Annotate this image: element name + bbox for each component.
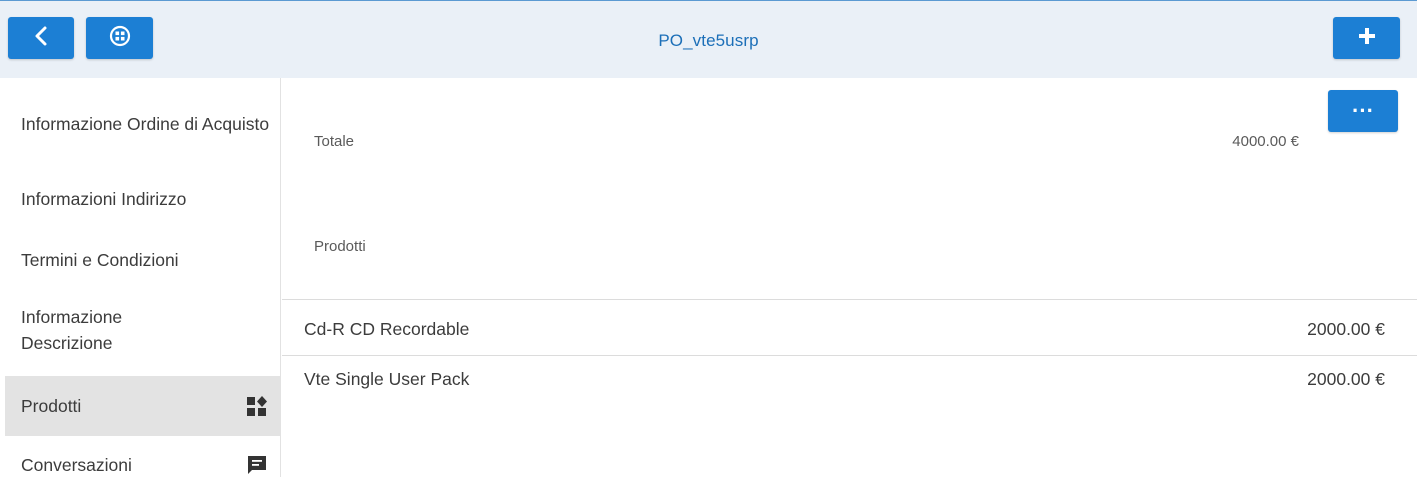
product-row[interactable]: Vte Single User Pack 2000.00 € xyxy=(282,355,1417,411)
total-label: Totale xyxy=(314,133,355,150)
total-value: 4000.00 € xyxy=(1232,133,1299,150)
sidebar-item-description-info[interactable]: Informazione Descrizione xyxy=(5,300,280,360)
product-price: 2000.00 € xyxy=(1307,369,1385,389)
sidebar: Informazione Ordine di Acquisto Informaz… xyxy=(0,78,281,477)
sidebar-item-label: Informazione Ordine di Acquisto xyxy=(21,114,270,134)
sidebar-item-label: Informazioni Indirizzo xyxy=(21,189,187,209)
products-icon xyxy=(246,395,280,417)
sidebar-item-products[interactable]: Prodotti xyxy=(5,376,280,436)
add-button[interactable] xyxy=(1333,17,1400,59)
plus-icon xyxy=(1358,27,1376,50)
more-options-button[interactable]: ··· xyxy=(1328,90,1398,132)
sidebar-item-label: Informazione Descrizione xyxy=(21,307,123,353)
sidebar-item-label: Conversazioni xyxy=(21,455,132,475)
comment-icon xyxy=(246,454,280,476)
sidebar-item-address-info[interactable]: Informazioni Indirizzo xyxy=(5,182,280,216)
products-label: Prodotti xyxy=(314,238,366,255)
top-bar: PO_vte5usrp xyxy=(0,0,1417,78)
product-name: Cd-R CD Recordable xyxy=(304,319,470,339)
sidebar-item-terms[interactable]: Termini e Condizioni xyxy=(5,243,280,277)
product-name: Vte Single User Pack xyxy=(304,369,470,389)
product-price: 2000.00 € xyxy=(1307,319,1385,339)
product-row[interactable]: Cd-R CD Recordable 2000.00 € xyxy=(282,299,1417,355)
sidebar-item-label: Termini e Condizioni xyxy=(21,250,179,270)
sidebar-item-purchase-order-info[interactable]: Informazione Ordine di Acquisto xyxy=(5,94,280,154)
page-title: PO_vte5usrp xyxy=(658,31,759,50)
main-content: ··· Totale 4000.00 € Prodotti Cd-R CD Re… xyxy=(282,78,1417,477)
sidebar-item-label: Prodotti xyxy=(21,396,82,416)
